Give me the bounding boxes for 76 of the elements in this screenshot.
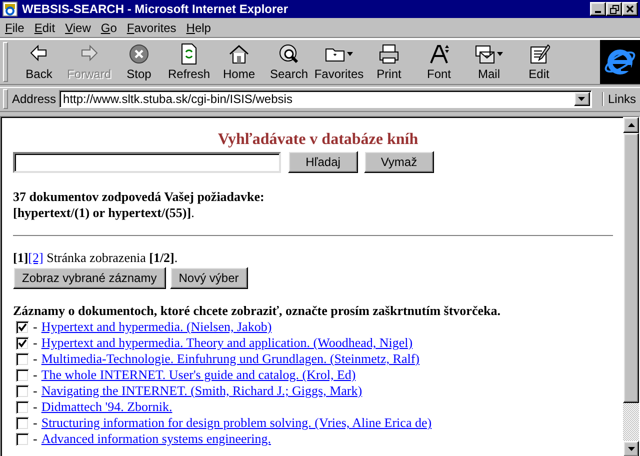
caret-up-icon	[628, 123, 634, 127]
new-selection-button[interactable]: Nový výber	[170, 267, 248, 289]
edit-button[interactable]: Edit	[514, 40, 564, 84]
scrollbar-thumb[interactable]	[623, 133, 639, 403]
font-icon	[428, 43, 450, 65]
printer-icon	[378, 43, 400, 65]
checkbox[interactable]	[16, 416, 29, 430]
restore-icon	[610, 4, 618, 14]
record-link[interactable]: Advanced information systems engineering.	[41, 431, 271, 447]
page-status: Stránka zobrazenia [1/2].	[46, 250, 178, 265]
instruction-text: Záznamy o dokumentoch, ktoré chcete zobraziť, označte prosím zaškrtnutím štvorčeka.	[13, 303, 502, 319]
menu-item[interactable]: File	[0, 20, 30, 34]
current-page: [1]	[13, 250, 28, 265]
search-query: [hypertext/(1) or hypertext/(55)].	[13, 205, 196, 221]
favorites-button[interactable]: Favorites	[314, 40, 364, 84]
search-icon	[278, 43, 300, 65]
address-label: Address	[11, 92, 58, 106]
menu-item[interactable]: Favorites	[122, 20, 182, 34]
checkbox[interactable]	[16, 320, 29, 334]
envelope-icon	[474, 43, 504, 65]
separator-dash: -	[33, 415, 38, 431]
record-link[interactable]: Multimedia-Technologie. Einfuhrung und Grundlagen. (Steinmetz, Ralf)	[41, 351, 420, 367]
app-icon	[2, 1, 18, 17]
checkbox[interactable]	[16, 432, 29, 446]
separator-dash: -	[33, 431, 38, 447]
separator-dash: -	[33, 335, 38, 351]
restore-button[interactable]	[606, 2, 622, 16]
caret-down-icon	[578, 97, 586, 101]
address-field[interactable]: http://www.sltk.stuba.sk/cgi-bin/ISIS/websis	[59, 90, 592, 108]
dropdown-button[interactable]	[574, 92, 590, 106]
clear-button[interactable]: Vymaž	[364, 151, 434, 173]
separator-dash: -	[33, 319, 38, 335]
mail-button[interactable]: Mail	[464, 40, 514, 84]
page-link[interactable]: [2]	[28, 250, 44, 265]
separator-dash: -	[33, 383, 38, 399]
stop-icon	[128, 43, 150, 65]
scroll-up-button[interactable]	[623, 117, 639, 133]
checkbox[interactable]	[16, 336, 29, 350]
checkbox[interactable]	[16, 368, 29, 382]
page-heading: Vyhľadávate v databáze kníh	[216, 130, 420, 150]
search-button[interactable]: Search	[264, 40, 314, 84]
record-link[interactable]: Hypertext and hypermedia. Theory and application. (Woodhead, Nigel)	[41, 335, 413, 351]
minimize-button[interactable]	[590, 2, 606, 16]
record-link[interactable]: Hypertext and hypermedia. (Nielsen, Jakob)	[41, 319, 272, 335]
menu-item[interactable]: Go	[96, 20, 122, 34]
print-button[interactable]: Print	[364, 40, 414, 84]
search-button[interactable]: Hľadaj	[288, 151, 358, 173]
menu-item[interactable]: View	[60, 20, 96, 34]
separator-dash: -	[33, 399, 38, 415]
close-button[interactable]	[622, 2, 638, 16]
record-link[interactable]: The whole INTERNET. User's guide and catalog. (Krol, Ed)	[41, 367, 356, 383]
checkbox[interactable]	[16, 384, 29, 398]
record-link[interactable]: Navigating the INTERNET. (Smith, Richard J.; Giggs, Mark)	[41, 383, 362, 399]
font-button[interactable]: Font	[414, 40, 464, 84]
result-count: 37 dokumentov zodpovedá Vašej požiadavke:	[13, 189, 266, 205]
search-field[interactable]	[13, 152, 281, 172]
checkbox[interactable]	[16, 352, 29, 366]
refresh-button[interactable]: Refresh	[164, 40, 214, 84]
notepad-pencil-icon	[528, 43, 550, 65]
checkbox[interactable]	[16, 400, 29, 414]
links-button[interactable]: Links	[602, 92, 640, 106]
record-link[interactable]: Didmattech '94. Zbornik.	[41, 399, 172, 415]
menu-item[interactable]: Help	[181, 20, 216, 34]
separator-dash: -	[33, 351, 38, 367]
record-link[interactable]: Structuring information for design problem solving. (Vries, Aline Erica de)	[41, 415, 432, 431]
separator-dash: -	[33, 367, 38, 383]
home-button[interactable]: Home	[214, 40, 264, 84]
caret-down-icon	[628, 447, 634, 451]
back-button[interactable]: Back	[14, 40, 64, 84]
menu-item[interactable]: Edit	[29, 20, 60, 34]
close-icon	[626, 5, 634, 13]
home-icon	[228, 43, 250, 65]
window-title: WEBSIS-SEARCH - Microsoft Internet Explorer	[22, 2, 290, 16]
scroll-down-button[interactable]	[623, 441, 639, 456]
show-selected-button[interactable]: Zobraz vybrané záznamy	[13, 267, 166, 289]
stop-button[interactable]: Stop	[114, 40, 164, 84]
